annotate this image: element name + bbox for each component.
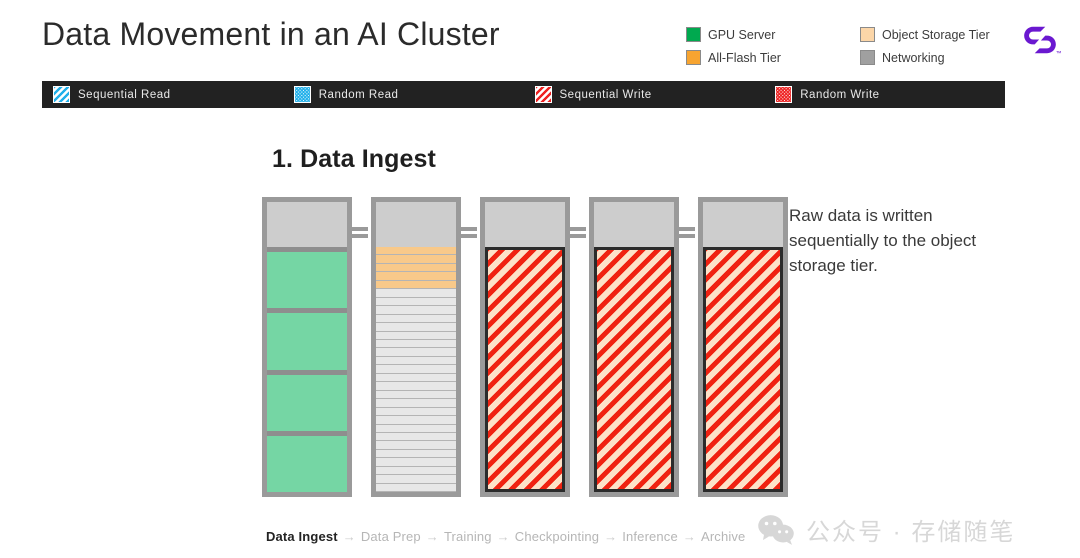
flash-slot-empty xyxy=(376,306,456,315)
gpu-server-unit xyxy=(267,247,347,309)
random-write-pattern-icon xyxy=(775,86,793,103)
flash-slot-filled xyxy=(376,280,456,290)
random-read-pattern-icon xyxy=(293,86,311,103)
wechat-icon xyxy=(758,514,794,545)
flash-slot-empty xyxy=(376,331,456,340)
sequential-write-pattern-icon xyxy=(534,86,552,103)
flash-slot-filled xyxy=(376,247,456,256)
rack-networking-unit xyxy=(376,202,456,247)
legend-item-all-flash-tier: All-Flash Tier xyxy=(686,50,860,65)
legend-item-gpu-server: GPU Server xyxy=(686,27,860,42)
pipeline-arrow: → xyxy=(604,529,618,544)
rack-networking-unit xyxy=(703,202,783,247)
object-storage-tier-rack-1[interactable] xyxy=(480,197,570,497)
flash-slot-empty xyxy=(376,449,456,459)
pattern-label-sequential-write: Sequential Write xyxy=(559,88,652,101)
object-storage-tier-rack-2[interactable] xyxy=(589,197,679,497)
rack-slots xyxy=(376,247,456,493)
rack-networking-unit xyxy=(485,202,565,247)
page-title: Data Movement in an AI Cluster xyxy=(42,16,500,52)
gpu-server-unit xyxy=(267,308,347,370)
flash-slot-filled xyxy=(376,272,456,281)
all-flash-tier-rack[interactable] xyxy=(371,197,461,497)
network-link-2 xyxy=(461,227,477,238)
gpu-server-unit xyxy=(267,369,347,431)
stage-heading: 1. Data Ingest xyxy=(272,145,436,173)
flash-slot-empty xyxy=(376,390,456,400)
sequential-write-fill xyxy=(703,247,783,492)
pipeline-breadcrumb: Data Ingest → Data Prep → Training → Checkpoin… xyxy=(266,529,745,544)
flash-slot-empty xyxy=(376,297,456,307)
network-link-1 xyxy=(352,227,368,238)
legend-swatch-all-flash-tier xyxy=(686,50,701,65)
pattern-label-random-read: Random Read xyxy=(318,88,399,101)
legend-swatch-networking xyxy=(860,50,875,65)
flash-slot-filled xyxy=(376,263,456,273)
flash-slot-empty xyxy=(376,289,456,298)
legend-item-networking: Networking xyxy=(860,50,1006,65)
company-logo-icon: ™ xyxy=(1024,26,1062,57)
pattern-item-sequential-write: Sequential Write xyxy=(524,86,765,103)
pipeline-step-archive[interactable]: Archive xyxy=(701,529,745,544)
watermark: 公众号 · 存储随笔 xyxy=(757,512,1015,547)
pattern-label-sequential-read: Sequential Read xyxy=(78,88,171,101)
flash-slot-empty xyxy=(376,466,456,476)
sequential-write-fill xyxy=(594,247,674,492)
pipeline-step-data-ingest[interactable]: Data Ingest xyxy=(266,529,338,544)
pipeline-arrow: → xyxy=(425,529,439,544)
pipeline-step-checkpointing[interactable]: Checkpointing xyxy=(515,529,599,544)
flash-slot-empty xyxy=(376,348,456,357)
pattern-legend-bar: Sequential Read Random Read Sequential W… xyxy=(42,81,1005,108)
pipeline-step-inference[interactable]: Inference xyxy=(622,529,678,544)
legend-label-gpu-server: GPU Server xyxy=(708,27,776,42)
flash-slot-empty xyxy=(376,314,456,324)
pattern-item-sequential-read: Sequential Read xyxy=(42,86,283,103)
flash-slot-empty xyxy=(376,424,456,433)
flash-slot-empty xyxy=(376,339,456,349)
legend-label-all-flash-tier: All-Flash Tier xyxy=(708,50,781,65)
legend-swatch-object-storage-tier xyxy=(860,27,875,42)
legend-label-networking: Networking xyxy=(882,50,945,65)
rack-networking-unit xyxy=(594,202,674,247)
pipeline-step-data-prep[interactable]: Data Prep xyxy=(361,529,421,544)
flash-slot-empty xyxy=(376,365,456,374)
gpu-server-unit xyxy=(267,430,347,492)
flash-slot-empty xyxy=(376,441,456,450)
pattern-label-random-write: Random Write xyxy=(800,88,880,101)
network-link-3 xyxy=(570,227,586,238)
rack-networking-unit xyxy=(267,202,347,247)
cluster-diagram xyxy=(262,197,788,499)
legend-swatch-gpu-server xyxy=(686,27,701,42)
legend-item-object-storage-tier: Object Storage Tier xyxy=(860,27,1006,42)
flash-slot-empty xyxy=(376,356,456,366)
rack-units xyxy=(267,247,347,492)
stage-annotation: Raw data is written sequentially to the … xyxy=(789,206,977,275)
pattern-item-random-write: Random Write xyxy=(764,86,1005,103)
sequential-write-fill xyxy=(485,247,565,492)
flash-slot-filled xyxy=(376,255,456,264)
flash-slot-empty xyxy=(376,407,456,417)
object-storage-tier-rack-3[interactable] xyxy=(698,197,788,497)
flash-slot-empty xyxy=(376,323,456,332)
flash-slot-empty xyxy=(376,483,456,493)
flash-slot-empty xyxy=(376,416,456,425)
sequential-read-pattern-icon xyxy=(53,86,70,103)
network-link-4 xyxy=(679,227,695,238)
flash-slot-empty xyxy=(376,373,456,383)
pipeline-arrow: → xyxy=(682,529,696,544)
legend: GPU Server Object Storage Tier All-Flash… xyxy=(686,23,1006,69)
pipeline-step-training[interactable]: Training xyxy=(444,529,492,544)
pattern-item-random-read: Random Read xyxy=(283,86,524,103)
flash-slot-empty xyxy=(376,475,456,484)
legend-label-object-storage-tier: Object Storage Tier xyxy=(882,27,990,42)
flash-slot-empty xyxy=(376,458,456,467)
pipeline-arrow: → xyxy=(342,529,356,544)
pipeline-arrow: → xyxy=(496,529,510,544)
flash-slot-empty xyxy=(376,399,456,408)
watermark-text: 公众号 · 存储随笔 xyxy=(806,519,1016,546)
gpu-server-rack[interactable] xyxy=(262,197,352,497)
svg-text:™: ™ xyxy=(1056,51,1062,57)
flash-slot-empty xyxy=(376,432,456,442)
flash-slot-empty xyxy=(376,382,456,391)
